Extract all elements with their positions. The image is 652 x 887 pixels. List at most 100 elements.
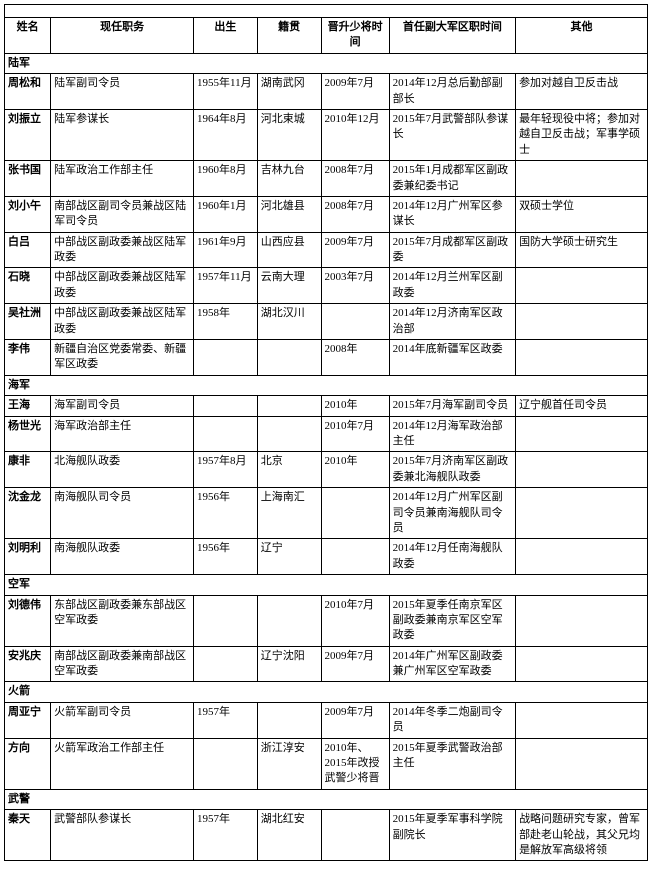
other-cell	[516, 340, 648, 376]
section-header-火箭: 火箭	[5, 682, 648, 702]
job-cell: 中部战区副政委兼战区陆军政委	[51, 268, 194, 304]
promote-cell: 2008年7月	[321, 196, 389, 232]
other-cell	[516, 646, 648, 682]
other-cell: 辽宁舰首任司令员	[516, 396, 648, 416]
other-cell	[516, 738, 648, 789]
other-cell: 最年轻现役中将；参加对越自卫反击战；军事学硕士	[516, 109, 648, 160]
first-cell: 2014年12月广州军区参谋长	[389, 196, 515, 232]
table-row: 白吕中部战区副政委兼战区陆军政委1961年9月山西应县2009年7月2015年7…	[5, 232, 648, 268]
jiguan-cell: 云南大理	[257, 268, 321, 304]
promote-cell: 2009年7月	[321, 646, 389, 682]
section-label: 武警	[5, 789, 648, 809]
jiguan-cell: 辽宁沈阳	[257, 646, 321, 682]
promote-cell: 2008年	[321, 340, 389, 376]
page-title	[4, 4, 648, 17]
first-cell: 2015年夏季任南京军区副政委兼南京军区空军政委	[389, 595, 515, 646]
birth-cell: 1961年9月	[194, 232, 258, 268]
jiguan-cell: 湖北汉川	[257, 304, 321, 340]
jiguan-cell: 河北束城	[257, 109, 321, 160]
birth-cell: 1958年	[194, 304, 258, 340]
job-cell: 中部战区副政委兼战区陆军政委	[51, 304, 194, 340]
table-row: 周松和陆军副司令员1955年11月湖南武冈2009年7月2014年12月总后勤部…	[5, 74, 648, 110]
table-row: 安兆庆南部战区副政委兼南部战区空军政委辽宁沈阳2009年7月2014年广州军区副…	[5, 646, 648, 682]
birth-cell: 1956年	[194, 539, 258, 575]
first-cell: 2015年1月成都军区副政委兼纪委书记	[389, 161, 515, 197]
jiguan-cell: 河北雄县	[257, 196, 321, 232]
name-cell: 周亚宁	[5, 702, 51, 738]
table-row: 吴社洲中部战区副政委兼战区陆军政委1958年湖北汉川2014年12月济南军区政治…	[5, 304, 648, 340]
name-cell: 刘德伟	[5, 595, 51, 646]
first-cell: 2014年底新疆军区政委	[389, 340, 515, 376]
job-cell: 东部战区副政委兼东部战区空军政委	[51, 595, 194, 646]
promote-cell: 2009年7月	[321, 702, 389, 738]
jiguan-cell: 北京	[257, 452, 321, 488]
section-label: 火箭	[5, 682, 648, 702]
name-cell: 安兆庆	[5, 646, 51, 682]
promote-cell	[321, 539, 389, 575]
job-cell: 陆军参谋长	[51, 109, 194, 160]
section-header-陆军: 陆军	[5, 53, 648, 73]
birth-cell: 1956年	[194, 488, 258, 539]
main-table: 姓名 现任职务 出生 籍贯 晋升少将时间 首任副大军区职时间 其他 陆军周松和陆…	[4, 17, 648, 861]
other-cell	[516, 539, 648, 575]
first-cell: 2015年7月海军副司令员	[389, 396, 515, 416]
name-cell: 方向	[5, 738, 51, 789]
table-row: 刘德伟东部战区副政委兼东部战区空军政委 2010年7月2015年夏季任南京军区副政…	[5, 595, 648, 646]
section-label: 空军	[5, 575, 648, 595]
birth-cell: 1955年11月	[194, 74, 258, 110]
table-row: 刘明利南海舰队政委1956年辽宁2014年12月任南海舰队政委	[5, 539, 648, 575]
promote-cell: 2010年	[321, 452, 389, 488]
table-row: 王海海军副司令员2010年2015年7月海军副司令员辽宁舰首任司令员	[5, 396, 648, 416]
first-cell: 2014年12月任南海舰队政委	[389, 539, 515, 575]
first-cell: 2014年12月总后勤部副部长	[389, 74, 515, 110]
name-cell: 杨世光	[5, 416, 51, 452]
promote-cell	[321, 810, 389, 861]
table-row: 李伟新疆自治区党委常委、新疆军区政委2008年2014年底新疆军区政委	[5, 340, 648, 376]
other-cell	[516, 268, 648, 304]
header-first: 首任副大军区职时间	[389, 18, 515, 54]
birth-cell: 1957年	[194, 702, 258, 738]
first-cell: 2014年12月济南军区政治部	[389, 304, 515, 340]
name-cell: 秦天	[5, 810, 51, 861]
other-cell: 参加对越自卫反击战	[516, 74, 648, 110]
header-other: 其他	[516, 18, 648, 54]
jiguan-cell: 辽宁	[257, 539, 321, 575]
other-cell	[516, 161, 648, 197]
table-row: 张书国陆军政治工作部主任1960年8月吉林九台2008年7月2015年1月成都军…	[5, 161, 648, 197]
name-cell: 王海	[5, 396, 51, 416]
header-name: 姓名	[5, 18, 51, 54]
job-cell: 海军政治部主任	[51, 416, 194, 452]
promote-cell: 2010年7月	[321, 595, 389, 646]
header-jiguan: 籍贯	[257, 18, 321, 54]
table-row: 刘振立陆军参谋长1964年8月河北束城2010年12月2015年7月武警部队参谋…	[5, 109, 648, 160]
first-cell: 2014年冬季二炮副司令员	[389, 702, 515, 738]
jiguan-cell: 上海南汇	[257, 488, 321, 539]
table-header-row: 姓名 现任职务 出生 籍贯 晋升少将时间 首任副大军区职时间 其他	[5, 18, 648, 54]
birth-cell: 1960年8月	[194, 161, 258, 197]
table-row: 石晓中部战区副政委兼战区陆军政委1957年11月云南大理2003年7月2014年…	[5, 268, 648, 304]
first-cell: 2015年夏季武警政治部主任	[389, 738, 515, 789]
promote-cell	[321, 488, 389, 539]
first-cell: 2015年7月济南军区副政委兼北海舰队政委	[389, 452, 515, 488]
birth-cell	[194, 595, 258, 646]
promote-cell: 2010年7月	[321, 416, 389, 452]
first-cell: 2015年7月武警部队参谋长	[389, 109, 515, 160]
first-cell: 2014年12月兰州军区副政委	[389, 268, 515, 304]
promote-cell	[321, 304, 389, 340]
job-cell: 火箭军副司令员	[51, 702, 194, 738]
job-cell: 南部战区副司令员兼战区陆军司令员	[51, 196, 194, 232]
job-cell: 新疆自治区党委常委、新疆军区政委	[51, 340, 194, 376]
header-promote: 晋升少将时间	[321, 18, 389, 54]
job-cell: 火箭军政治工作部主任	[51, 738, 194, 789]
birth-cell: 1957年11月	[194, 268, 258, 304]
name-cell: 刘振立	[5, 109, 51, 160]
name-cell: 刘小午	[5, 196, 51, 232]
table-row: 秦天武警部队参谋长1957年湖北红安2015年夏季军事科学院副院长战略问题研究专…	[5, 810, 648, 861]
job-cell: 武警部队参谋长	[51, 810, 194, 861]
birth-cell: 1957年	[194, 810, 258, 861]
table-row: 刘小午南部战区副司令员兼战区陆军司令员1960年1月河北雄县2008年7月201…	[5, 196, 648, 232]
first-cell: 2015年7月成都军区副政委	[389, 232, 515, 268]
promote-cell: 2009年7月	[321, 232, 389, 268]
name-cell: 沈金龙	[5, 488, 51, 539]
promote-cell: 2009年7月	[321, 74, 389, 110]
